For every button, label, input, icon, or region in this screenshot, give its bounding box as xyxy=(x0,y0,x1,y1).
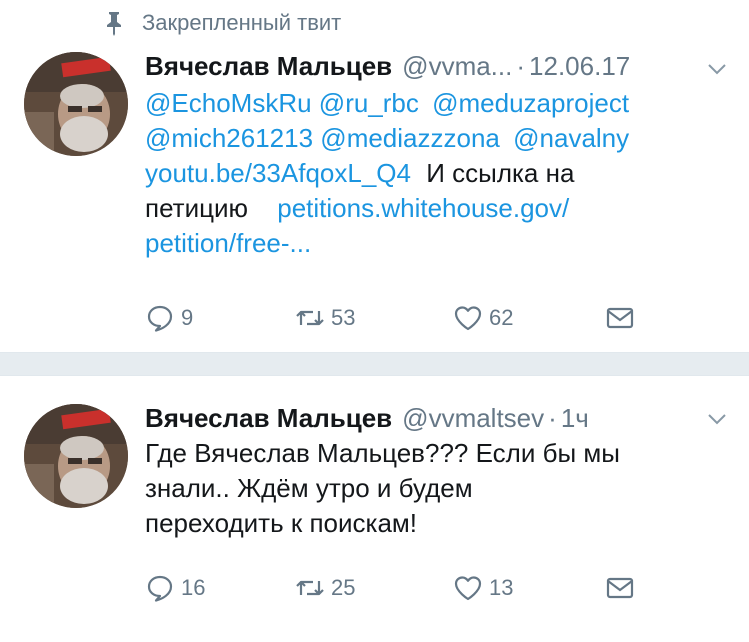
envelope-icon xyxy=(606,577,634,599)
reply-count: 16 xyxy=(181,575,206,600)
avatar-image xyxy=(24,52,128,156)
tweet-header: Вячеслав Мальцев @vvma... · 12.06.17 xyxy=(145,48,630,84)
author-name[interactable]: Вячеслав Мальцев xyxy=(145,403,392,434)
tweet-actions: 9 53 62 xyxy=(145,300,645,336)
pinned-indicator: Закрепленный твит xyxy=(100,8,341,38)
chevron-down-icon[interactable] xyxy=(704,56,730,82)
tweet-timestamp[interactable]: 1ч xyxy=(561,403,589,434)
reply-icon xyxy=(147,305,173,332)
mention-link[interactable]: @EchoMskRu xyxy=(145,88,312,118)
tweet-line: переходить к поискам! xyxy=(145,508,418,538)
url-link[interactable]: petition/free-... xyxy=(145,228,311,258)
reply-button[interactable]: 9 xyxy=(145,300,193,336)
timeline-separator xyxy=(0,352,749,376)
tweet-header: Вячеслав Мальцев @vvmaltsev · 1ч xyxy=(145,400,589,436)
tweet-timestamp[interactable]: 12.06.17 xyxy=(529,51,630,82)
tweet-line: petition/free-... xyxy=(145,226,735,261)
tweet-line: youtu.be/33AfqoxL_Q4 И ссылка на xyxy=(145,156,735,191)
envelope-icon xyxy=(606,307,634,329)
retweet-icon xyxy=(296,310,324,326)
heart-icon xyxy=(454,306,482,331)
tweet-line: знали.. Ждём утро и будем xyxy=(145,473,473,503)
url-link[interactable]: youtu.be/33AfqoxL_Q4 xyxy=(145,158,411,188)
like-count: 62 xyxy=(489,305,514,330)
avatar[interactable] xyxy=(24,404,128,508)
separator-dot: · xyxy=(516,50,526,81)
author-handle[interactable]: @vvma... xyxy=(402,51,512,82)
reply-count: 9 xyxy=(181,305,194,330)
avatar[interactable] xyxy=(24,52,128,156)
tweet-text: @EchoMskRu @ru_rbc @meduzaproject @mich2… xyxy=(145,86,735,261)
tweet-text: Где Вячеслав Мальцев??? Если бы мы знали… xyxy=(145,436,735,541)
retweet-count: 53 xyxy=(331,305,356,330)
tweet-text-fragment: петицию xyxy=(145,193,249,223)
tweet[interactable]: Вячеслав Мальцев @vvmaltsev · 1ч Где Вяч… xyxy=(0,376,749,642)
retweet-count: 25 xyxy=(331,575,356,600)
like-count: 13 xyxy=(489,575,514,600)
mention-link[interactable]: @meduzaproject xyxy=(432,88,629,118)
pinned-tweet[interactable]: Закрепленный твит Вячеслав Мальцев @vvma… xyxy=(0,0,749,352)
retweet-icon xyxy=(296,580,324,596)
mention-link[interactable]: @mediazzzona xyxy=(320,123,500,153)
heart-icon xyxy=(454,576,482,601)
reply-button[interactable]: 16 xyxy=(145,570,205,606)
separator-dot: · xyxy=(548,402,557,433)
pinned-label: Закрепленный твит xyxy=(142,10,342,35)
chevron-down-icon[interactable] xyxy=(704,406,730,432)
tweet-line: @mich261213 @mediazzzona @navalny xyxy=(145,121,735,156)
direct-message-button[interactable] xyxy=(605,300,641,336)
reply-icon xyxy=(147,575,173,602)
url-link[interactable]: petitions.whitehouse.gov/ xyxy=(277,193,569,223)
tweet-actions: 16 25 13 xyxy=(145,570,645,606)
tweet-line: петицию petitions.whitehouse.gov/ xyxy=(145,191,735,226)
retweet-button[interactable]: 53 xyxy=(295,300,355,336)
mention-link[interactable]: @mich261213 xyxy=(145,123,313,153)
tweet-line: @EchoMskRu @ru_rbc @meduzaproject xyxy=(145,86,735,121)
author-name[interactable]: Вячеслав Мальцев xyxy=(145,51,392,82)
retweet-button[interactable]: 25 xyxy=(295,570,355,606)
mention-link[interactable]: @navalny xyxy=(513,123,629,153)
tweet-line: Где Вячеслав Мальцев??? Если бы мы xyxy=(145,438,620,468)
tweet-text-fragment: И ссылка на xyxy=(426,158,575,188)
mention-link[interactable]: @ru_rbc xyxy=(319,88,419,118)
pin-icon xyxy=(100,9,128,37)
avatar-image xyxy=(24,404,128,508)
like-button[interactable]: 62 xyxy=(453,300,513,336)
like-button[interactable]: 13 xyxy=(453,570,513,606)
direct-message-button[interactable] xyxy=(605,570,641,606)
author-handle[interactable]: @vvmaltsev xyxy=(402,403,544,434)
